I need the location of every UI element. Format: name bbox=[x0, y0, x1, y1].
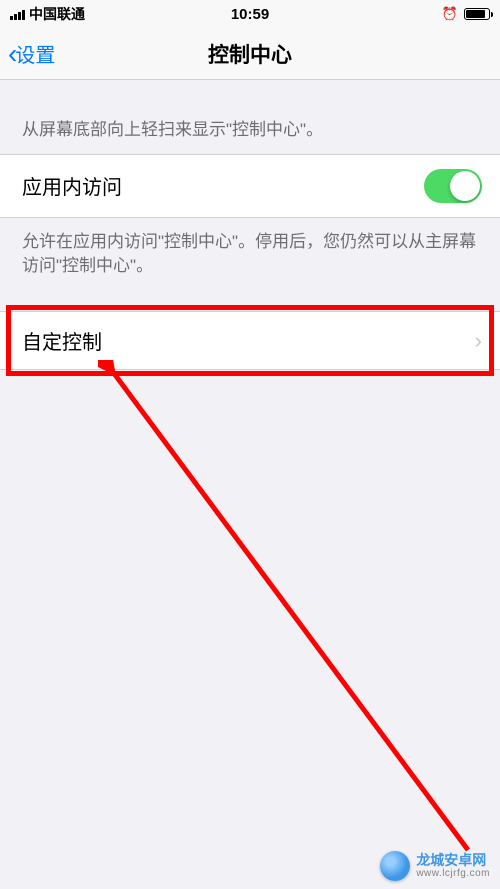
back-button[interactable]: ‹ 设置 bbox=[0, 39, 55, 68]
in-app-access-label: 应用内访问 bbox=[22, 171, 122, 200]
customize-controls-cell[interactable]: 自定控制 › bbox=[0, 311, 500, 370]
annotation-arrow bbox=[98, 360, 478, 860]
status-time: 10:59 bbox=[231, 6, 269, 23]
watermark: 龙城安卓网 www.lcjrfg.com bbox=[380, 851, 490, 881]
back-label: 设置 bbox=[15, 39, 55, 68]
status-left: 中国联通 bbox=[10, 4, 85, 24]
watermark-logo-icon bbox=[380, 851, 410, 881]
chevron-right-icon: › bbox=[475, 328, 482, 354]
alarm-icon: ⏰ bbox=[442, 6, 458, 22]
toggle-knob bbox=[450, 171, 480, 201]
watermark-name: 龙城安卓网 bbox=[416, 853, 486, 868]
page-title: 控制中心 bbox=[208, 39, 292, 69]
customize-controls-label: 自定控制 bbox=[22, 326, 102, 355]
in-app-access-footer: 允许在应用内访问"控制中心"。停用后，您仍然可以从主屏幕访问"控制中心"。 bbox=[0, 218, 500, 291]
watermark-url: www.lcjrfg.com bbox=[416, 868, 490, 879]
in-app-access-toggle[interactable] bbox=[424, 169, 482, 203]
section-instruction: 从屏幕底部向上轻扫来显示"控制中心"。 bbox=[0, 80, 500, 154]
status-bar: 中国联通 10:59 ⏰ bbox=[0, 0, 500, 28]
battery-icon bbox=[464, 8, 490, 20]
status-right: ⏰ bbox=[442, 6, 490, 22]
in-app-access-cell: 应用内访问 bbox=[0, 154, 500, 218]
signal-icon bbox=[10, 8, 25, 20]
carrier-label: 中国联通 bbox=[29, 4, 85, 24]
navigation-bar: ‹ 设置 控制中心 bbox=[0, 28, 500, 80]
